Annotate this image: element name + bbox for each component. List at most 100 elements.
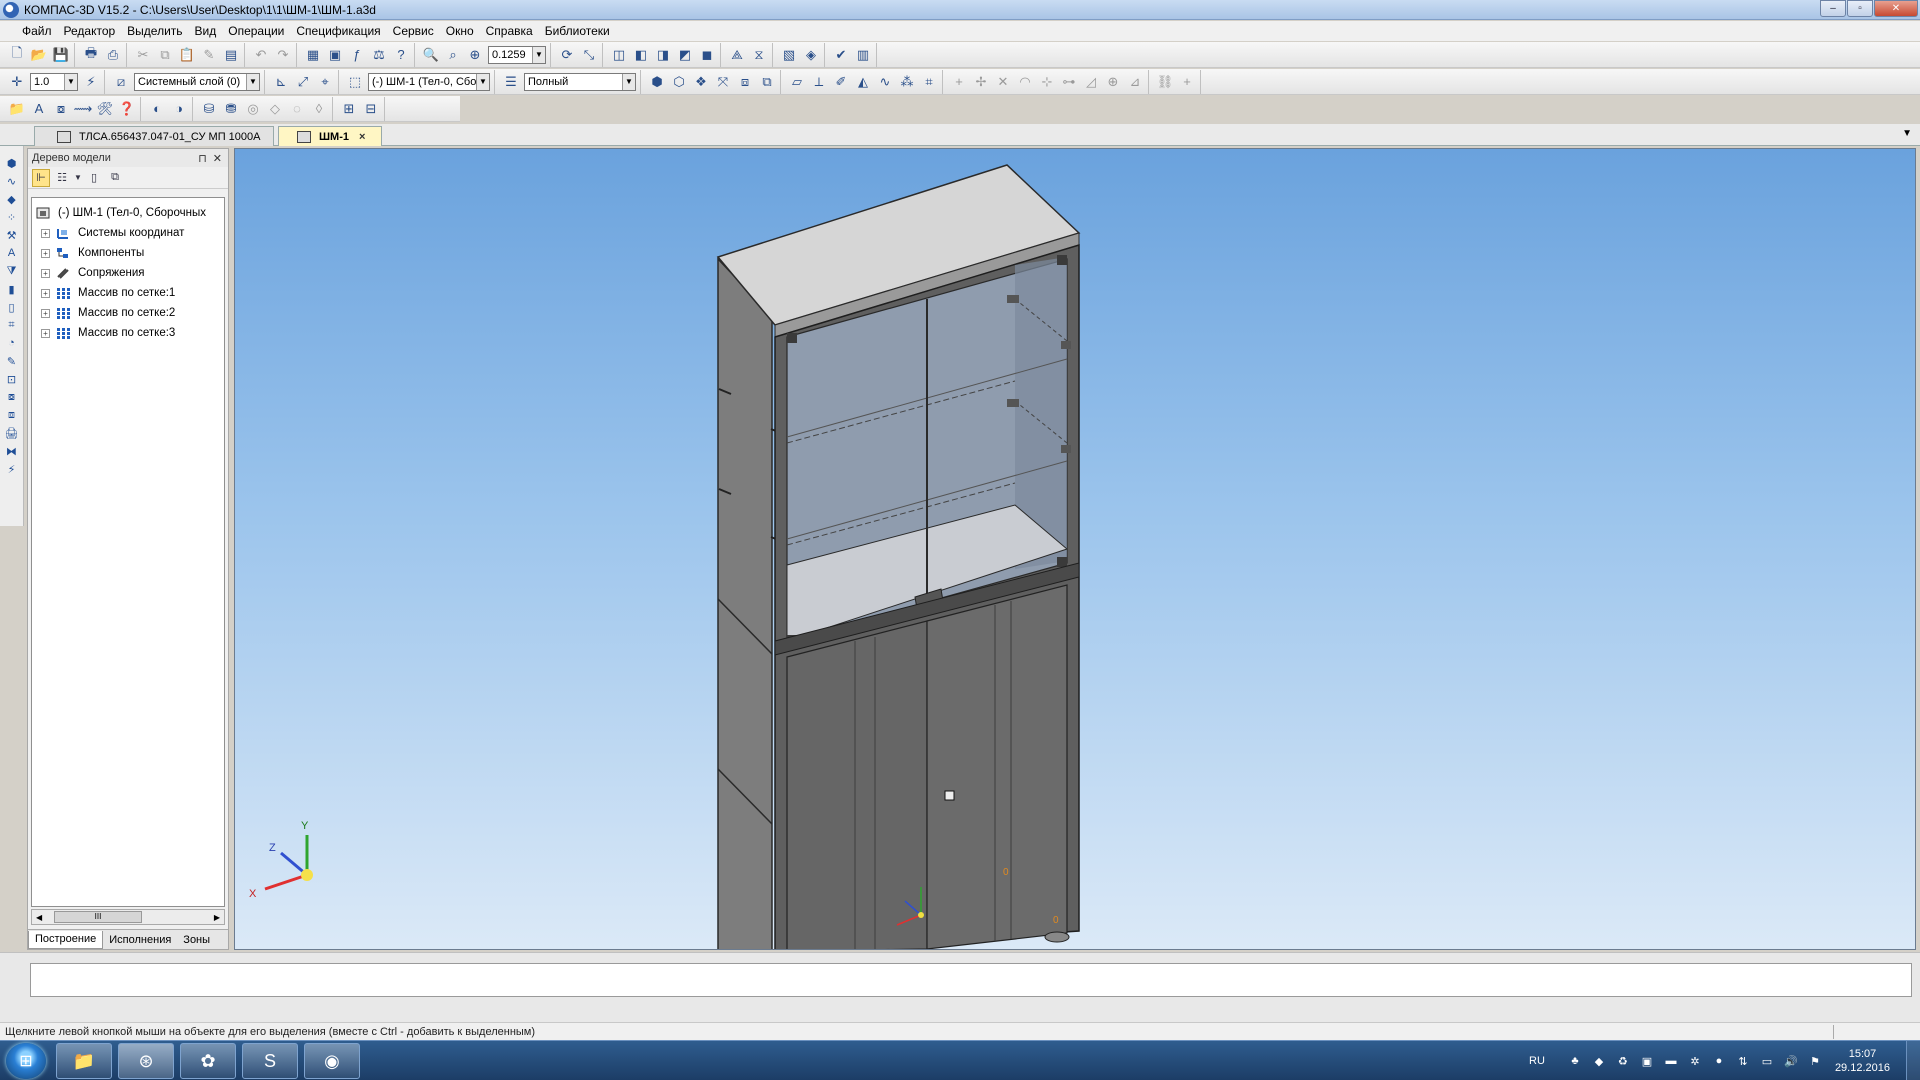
close-button[interactable]: ✕ xyxy=(1874,0,1918,17)
tree-item[interactable]: + Массив по сетке:1 xyxy=(41,284,175,302)
collision-icon[interactable]: ⊟ xyxy=(361,99,381,119)
tray-app-icon[interactable]: ♣ xyxy=(1567,1053,1583,1069)
tray-app-icon[interactable]: ◆ xyxy=(1591,1053,1607,1069)
expand-icon[interactable]: + xyxy=(41,268,50,278)
center-point-icon[interactable]: ⊕ xyxy=(1103,72,1123,92)
photo-icon[interactable]: ◑ xyxy=(169,99,189,119)
menu-operations[interactable]: Операции xyxy=(222,24,290,38)
library-mode-icon[interactable]: ⧇ xyxy=(3,389,21,405)
dimensions-mode-icon[interactable]: ▮ xyxy=(3,281,21,297)
tree-view-mode-icon[interactable]: ☷ xyxy=(53,169,71,187)
explode-icon[interactable]: ⊞ xyxy=(339,99,359,119)
format-painter-icon[interactable]: ✎ xyxy=(199,45,219,65)
pipe-mode-icon[interactable]: ⧓ xyxy=(3,443,21,459)
cylinder-icon[interactable]: ⛁ xyxy=(199,99,219,119)
vertex-point-icon[interactable]: ◿ xyxy=(1081,72,1101,92)
menu-libraries[interactable]: Библиотеки xyxy=(539,24,616,38)
property-input[interactable] xyxy=(30,963,1912,997)
tree-root-node[interactable]: (-) ШМ-1 (Тел-0, Сборочных xyxy=(36,204,206,222)
ccleaner-icon[interactable]: ✿ xyxy=(180,1043,236,1079)
halftone-icon[interactable]: ◩ xyxy=(675,45,695,65)
scroll-right-icon[interactable]: ▶ xyxy=(214,913,220,922)
tree-item[interactable]: + Системы координат xyxy=(41,224,184,242)
properties-icon[interactable]: ▤ xyxy=(221,45,241,65)
chevron-down-icon[interactable]: ▼ xyxy=(622,73,635,90)
section-icon[interactable]: ▧ xyxy=(779,45,799,65)
welding-mode-icon[interactable]: ⚡ xyxy=(3,461,21,477)
library-manager-icon[interactable]: ▣ xyxy=(325,45,345,65)
expand-icon[interactable]: + xyxy=(41,328,50,338)
volume-icon[interactable]: 🔊 xyxy=(1783,1053,1799,1069)
save-icon[interactable]: 💾 xyxy=(51,45,71,65)
manager-icon[interactable]: ▦ xyxy=(303,45,323,65)
tree-item[interactable]: + Массив по сетке:3 xyxy=(41,324,175,342)
minimize-button[interactable]: – xyxy=(1820,0,1846,17)
menu-specification[interactable]: Спецификация xyxy=(290,24,386,38)
filter-icon[interactable]: ⧖ xyxy=(749,45,769,65)
tab-versions[interactable]: Исполнения xyxy=(103,931,177,949)
restore-button[interactable]: ▫ xyxy=(1847,0,1873,17)
show-object-icon[interactable]: ▯ xyxy=(85,169,103,187)
curve-mode-icon[interactable]: ∿ xyxy=(3,173,21,189)
chevron-down-icon[interactable]: ▼ xyxy=(532,46,545,63)
body-select[interactable]: (-) ШМ-1 (Тел-0, Сбо ▼ xyxy=(368,72,490,91)
part-icon[interactable]: ⬢ xyxy=(647,72,667,92)
expand-icon[interactable]: + xyxy=(41,228,50,238)
offset-point-icon[interactable]: ⊹ xyxy=(1037,72,1057,92)
wireframe-icon[interactable]: ◫ xyxy=(609,45,629,65)
component-icon[interactable]: ⬡ xyxy=(669,72,689,92)
tab-document-1[interactable]: ТЛСА.656437.047-01_СУ МП 1000А xyxy=(34,126,274,146)
undo-icon[interactable]: ↶ xyxy=(251,45,271,65)
sketch-icon[interactable]: ✐ xyxy=(831,72,851,92)
expand-icon[interactable]: + xyxy=(41,288,50,298)
zoom-fit-icon[interactable]: ⌕ xyxy=(443,45,463,65)
model-viewport[interactable]: 0 0 Y X Z xyxy=(234,148,1916,950)
arc-point-icon[interactable]: ◠ xyxy=(1015,72,1035,92)
tray-app-icon[interactable]: ▣ xyxy=(1639,1053,1655,1069)
print-preview-icon[interactable]: ⎙ xyxy=(103,45,123,65)
axis-icon[interactable]: ⟂ xyxy=(809,72,829,92)
tab-zones[interactable]: Зоны xyxy=(177,931,216,949)
tree-item[interactable]: + Массив по сетке:2 xyxy=(41,304,175,322)
filter-mode-icon[interactable]: ⧩ xyxy=(3,263,21,279)
layer-select[interactable]: Системный слой (0) ▼ xyxy=(134,72,260,91)
explorer-icon[interactable]: 📁 xyxy=(56,1043,112,1079)
menu-edit[interactable]: Редактор xyxy=(58,24,122,38)
tray-app-icon[interactable]: ● xyxy=(1711,1053,1727,1069)
body-icon[interactable]: ⬚ xyxy=(345,72,365,92)
insert-component-icon[interactable]: ⧈ xyxy=(735,72,755,92)
chain-icon[interactable]: ⛓ xyxy=(1155,72,1175,92)
design-tree-icon[interactable]: ⧇ xyxy=(51,99,71,119)
paste-icon[interactable]: 📋 xyxy=(177,45,197,65)
display-mode-select[interactable]: Полный ▼ xyxy=(524,72,636,91)
surface-mode-icon[interactable]: ◆ xyxy=(3,191,21,207)
expand-icon[interactable]: + xyxy=(41,248,50,258)
perspective-icon[interactable]: ⟁ xyxy=(727,45,747,65)
step-input[interactable]: 1.0 ▼ xyxy=(30,72,78,91)
hole-icon[interactable]: ◌ xyxy=(287,99,307,119)
chevron-down-icon[interactable]: ▼ xyxy=(246,73,259,90)
tray-app-icon[interactable]: ✲ xyxy=(1687,1053,1703,1069)
help-pointer-icon[interactable]: ? xyxy=(391,45,411,65)
mass-properties-icon[interactable]: ⚖ xyxy=(369,45,389,65)
chevron-down-icon[interactable]: ▼ xyxy=(476,73,489,90)
tree-horizontal-scrollbar[interactable]: ◀ III ▶ xyxy=(31,909,225,925)
hidden-lines-icon[interactable]: ◧ xyxy=(631,45,651,65)
zoom-window-icon[interactable]: 🔍 xyxy=(421,45,441,65)
display-mode-icon[interactable]: ☰ xyxy=(501,72,521,92)
point-on-curve-icon[interactable]: ✢ xyxy=(971,72,991,92)
tab-build[interactable]: Построение xyxy=(28,930,104,949)
redo-icon[interactable]: ↷ xyxy=(273,45,293,65)
tray-app-icon[interactable]: ♻ xyxy=(1615,1053,1631,1069)
move-component-icon[interactable]: ⤧ xyxy=(713,72,733,92)
menu-file[interactable]: Файл xyxy=(16,24,58,38)
tray-app-icon[interactable]: ▬ xyxy=(1663,1053,1679,1069)
pin-icon[interactable]: ⊓ xyxy=(198,152,207,165)
assembly-mode-icon[interactable]: ⚒ xyxy=(3,227,21,243)
array-mode-icon[interactable]: ⁘ xyxy=(3,209,21,225)
local-cs-icon[interactable]: ⊾ xyxy=(271,72,291,92)
array-icon[interactable]: ⁂ xyxy=(897,72,917,92)
chevron-down-icon[interactable]: ▼ xyxy=(74,169,82,187)
close-tab-icon[interactable]: × xyxy=(359,131,365,143)
tree-structure-icon[interactable]: ⊩ xyxy=(32,168,50,187)
